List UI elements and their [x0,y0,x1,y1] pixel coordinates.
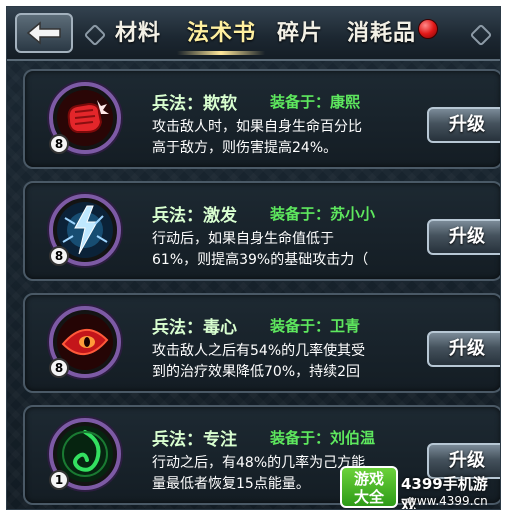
skill-name: 兵法：毒心 [152,318,237,338]
watermark-logo-line: 游戏 [353,470,384,488]
skill-name: 兵法：激发 [152,206,237,226]
upgrade-button[interactable]: 升级 [427,107,500,143]
skill-description-line: 61%，则提高39%的基础攻击力（ [152,252,369,268]
skill-row-2[interactable]: 8 兵法：激发 装备于：苏小小 行动后，如果自身生命值低于 61%，则提高39%… [23,181,500,281]
equipped-hero-label: 装备于：刘伯温 [270,429,376,447]
skill-row-1[interactable]: 8 兵法：欺软 装备于：康熙 攻击敌人时，如果自身生命百分比 高于敌方，则伤害提… [23,69,500,169]
skill-icon-frame: 8 [49,194,121,266]
tab-spellbooks[interactable]: 法术书 [187,19,256,49]
skill-row-3[interactable]: 8 兵法：毒心 装备于：卫青 攻击敌人之后有54%的几率使其受 到的治疗效果降低… [23,293,500,393]
tab-bar-ornament-left [83,23,107,47]
game-window: 材料 法术书 碎片 消耗品 8 兵法：欺软 装备于：康熙 攻击敌人时，如果自身生… [6,6,501,510]
skill-icon-frame: 8 [49,82,121,154]
active-tab-indicator [177,51,265,55]
skill-description: 行动后，如果自身生命值低于 61%，则提高39%的基础攻击力（ [152,229,422,271]
skill-level-badge: 8 [49,358,69,378]
watermark-logo-line: 大全 [353,488,384,506]
back-button[interactable] [15,13,73,53]
skill-level-badge: 1 [49,470,69,490]
skill-name: 兵法：专注 [152,430,237,450]
skill-icon-frame: 1 [49,418,121,490]
tab-consumables[interactable]: 消耗品 [347,19,416,49]
back-arrow-icon [26,21,61,45]
tab-fragments[interactable]: 碎片 [277,19,323,49]
equipped-hero-label: 装备于：卫青 [270,317,361,335]
skill-description-line: 行动后，如果自身生命值低于 [152,231,334,247]
watermark-url: www.4399.cn [407,494,488,508]
skill-description-line: 高于敌方，则伤害提高24%。 [152,140,338,156]
skill-description-line: 攻击敌人之后有54%的几率使其受 [152,343,366,359]
upgrade-button[interactable]: 升级 [427,219,500,255]
skill-level-badge: 8 [49,134,69,154]
equipped-hero-label: 装备于：康熙 [270,93,361,111]
skill-description-line: 到的治疗效果降低70%，持续2回 [152,364,361,380]
skill-icon-frame: 8 [49,306,121,378]
upgrade-button[interactable]: 升级 [427,331,500,367]
skill-description-line: 攻击敌人时，如果自身生命百分比 [152,119,362,135]
notification-badge [418,19,438,39]
skill-level-badge: 8 [49,246,69,266]
top-bar: 材料 法术书 碎片 消耗品 [7,7,500,61]
equipped-hero-label: 装备于：苏小小 [270,205,376,223]
skill-description: 攻击敌人时，如果自身生命百分比 高于敌方，则伤害提高24%。 [152,117,422,159]
tab-materials[interactable]: 材料 [115,19,161,49]
watermark-logo: 游戏 大全 [340,466,398,508]
skill-description: 攻击敌人之后有54%的几率使其受 到的治疗效果降低70%，持续2回 [152,341,422,383]
tab-bar-ornament-right [469,23,493,47]
skill-name: 兵法：欺软 [152,94,237,114]
